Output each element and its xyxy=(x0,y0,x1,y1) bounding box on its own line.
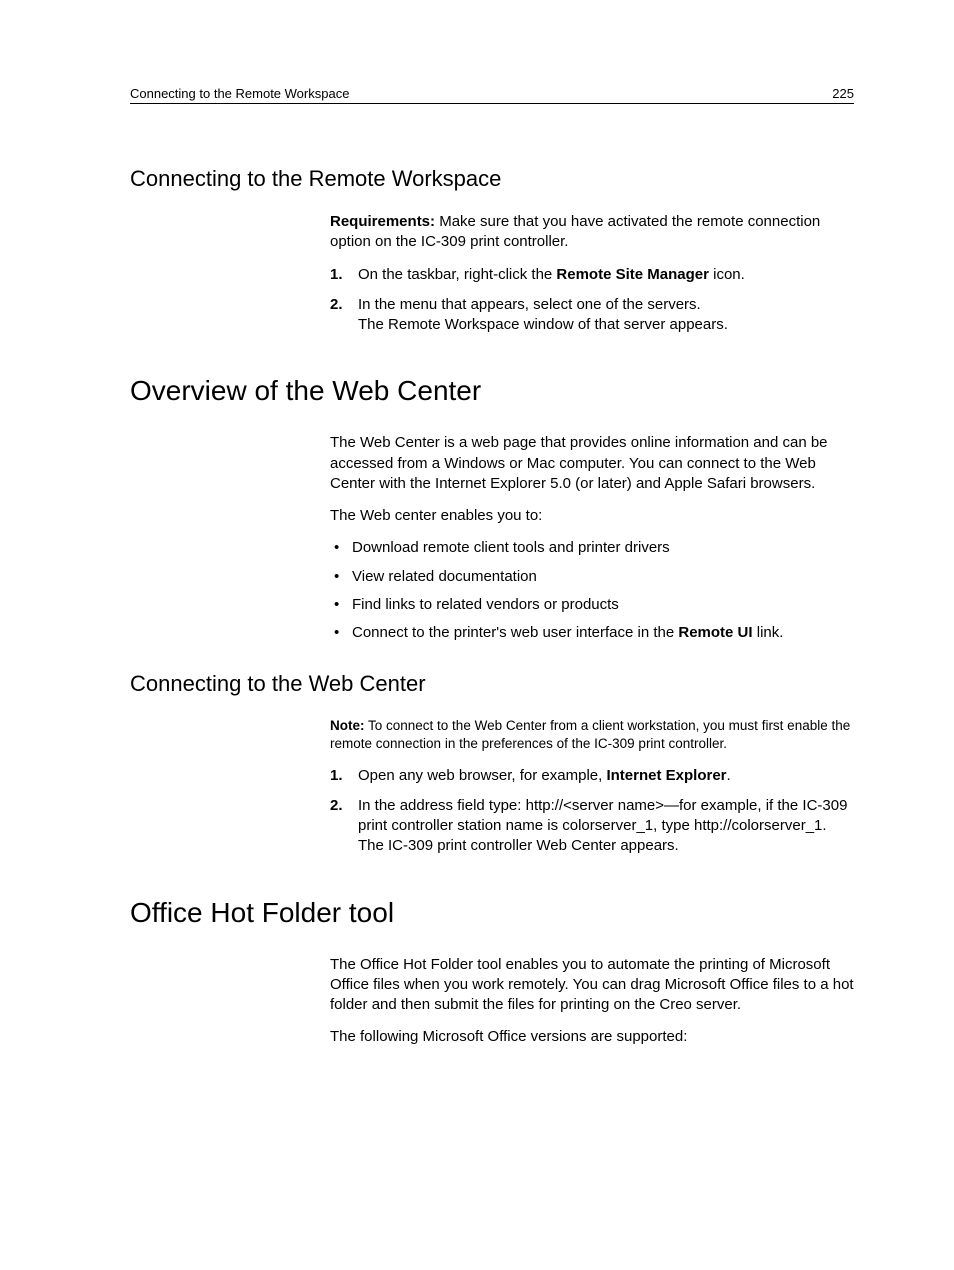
step-text-a: Open any web browser, for example, xyxy=(358,767,606,784)
section-4-content: The Office Hot Folder tool enables you t… xyxy=(330,955,854,1048)
step-text: In the menu that appears, select one of … xyxy=(358,296,701,313)
page-number: 225 xyxy=(832,86,854,101)
step-number: 1. xyxy=(330,766,343,786)
step-text: In the address field type: http://<serve… xyxy=(358,797,847,834)
step-1: 1. On the taskbar, right-click the Remot… xyxy=(330,265,854,285)
note-text: To connect to the Web Center from a clie… xyxy=(330,718,850,751)
bullet-item: Connect to the printer's web user interf… xyxy=(330,623,854,643)
section-1-content: Requirements: Make sure that you have ac… xyxy=(330,212,854,335)
step-result: The Remote Workspace window of that serv… xyxy=(358,316,728,333)
heading-connecting-remote-workspace: Connecting to the Remote Workspace xyxy=(130,166,854,192)
bullet-text-bold: Remote UI xyxy=(678,624,752,641)
step-number: 2. xyxy=(330,796,343,816)
step-text-bold: Remote Site Manager xyxy=(556,266,709,283)
paragraph: The Web center enables you to: xyxy=(330,506,854,526)
paragraph: The Web Center is a web page that provid… xyxy=(330,433,854,494)
heading-connecting-web-center: Connecting to the Web Center xyxy=(130,671,854,697)
requirements-label: Requirements: xyxy=(330,213,435,230)
heading-office-hot-folder: Office Hot Folder tool xyxy=(130,897,854,929)
step-text-c: . xyxy=(727,767,731,784)
requirements-paragraph: Requirements: Make sure that you have ac… xyxy=(330,212,854,253)
section-3-content: Note: To connect to the Web Center from … xyxy=(330,717,854,856)
running-header-title: Connecting to the Remote Workspace xyxy=(130,86,349,101)
step-result: The IC-309 print controller Web Center a… xyxy=(358,837,679,854)
bullet-text-a: Connect to the printer's web user interf… xyxy=(352,624,678,641)
section-2-content: The Web Center is a web page that provid… xyxy=(330,433,854,643)
steps-list-1: 1. On the taskbar, right-click the Remot… xyxy=(330,265,854,336)
step-2: 2. In the address field type: http://<se… xyxy=(330,796,854,857)
step-number: 1. xyxy=(330,265,343,285)
step-text-c: icon. xyxy=(709,266,745,283)
step-number: 2. xyxy=(330,295,343,315)
heading-overview-web-center: Overview of the Web Center xyxy=(130,375,854,407)
note-paragraph: Note: To connect to the Web Center from … xyxy=(330,717,854,753)
note-label: Note: xyxy=(330,718,365,733)
document-page: Connecting to the Remote Workspace 225 C… xyxy=(0,0,954,1120)
bullet-item: Find links to related vendors or product… xyxy=(330,595,854,615)
step-text-bold: Internet Explorer xyxy=(606,767,726,784)
bullet-text-c: link. xyxy=(753,624,784,641)
step-1: 1. Open any web browser, for example, In… xyxy=(330,766,854,786)
step-2: 2. In the menu that appears, select one … xyxy=(330,295,854,336)
paragraph: The Office Hot Folder tool enables you t… xyxy=(330,955,854,1016)
steps-list-2: 1. Open any web browser, for example, In… xyxy=(330,766,854,857)
bullet-item: Download remote client tools and printer… xyxy=(330,538,854,558)
bullet-list: Download remote client tools and printer… xyxy=(330,538,854,643)
step-text-a: On the taskbar, right-click the xyxy=(358,266,556,283)
bullet-item: View related documentation xyxy=(330,567,854,587)
page-header: Connecting to the Remote Workspace 225 xyxy=(130,86,854,104)
paragraph: The following Microsoft Office versions … xyxy=(330,1027,854,1047)
